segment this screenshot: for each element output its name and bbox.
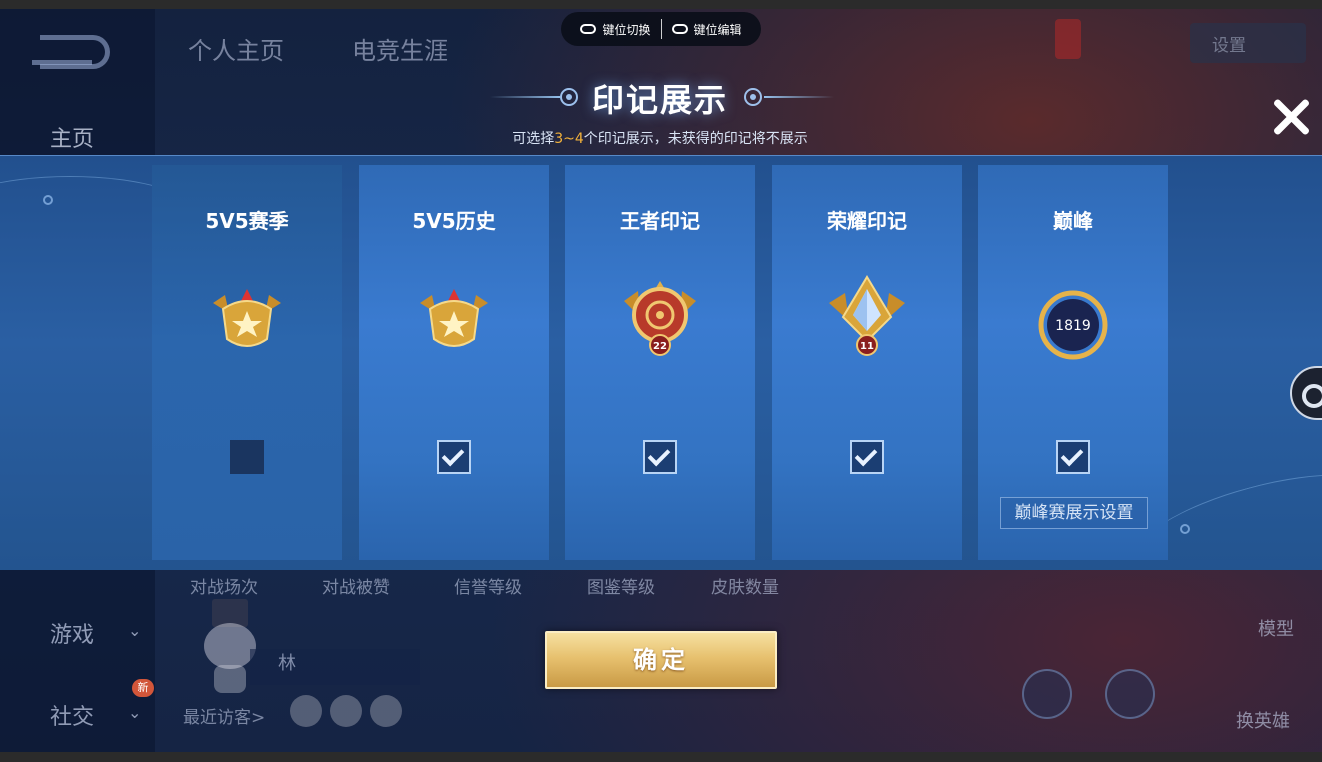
- stat-likes: 对战被赞: [322, 578, 390, 598]
- card-label: 5V5赛季: [205, 209, 289, 233]
- confirm-button[interactable]: 确定: [545, 631, 777, 689]
- king-emblem-icon: 22: [624, 281, 696, 356]
- gamepad-icon: [580, 24, 597, 34]
- nav-game[interactable]: 游戏: [50, 617, 94, 649]
- checkmark-icon: [854, 443, 878, 467]
- vip-area: [1055, 19, 1175, 65]
- modal-header: 印记展示: [460, 75, 860, 125]
- peak-score-emblem-icon: 1819: [1038, 290, 1108, 360]
- glory-level-badge: 11: [860, 341, 874, 352]
- card-label: 王者印记: [620, 209, 700, 233]
- modal-subtitle: 可选择3~4个印记展示，未获得的印记将不展示: [512, 131, 808, 147]
- modal-title: 印记展示: [591, 81, 728, 119]
- player-name-box: [250, 649, 420, 685]
- title-decoration: [764, 96, 834, 98]
- tab-personal-home[interactable]: 个人主页: [188, 31, 284, 66]
- stat-matches: 对战场次: [190, 578, 258, 598]
- emblem-checkbox[interactable]: [437, 440, 471, 474]
- title-ornament-icon: [744, 88, 762, 106]
- checkmark-icon: [1060, 443, 1084, 467]
- title-decoration: [490, 96, 560, 98]
- chevron-down-icon[interactable]: ⌄: [128, 703, 141, 722]
- checkmark-icon: [441, 443, 465, 467]
- tab-esports-career[interactable]: 电竞生涯: [352, 31, 448, 66]
- chevron-down-icon[interactable]: ⌄: [128, 621, 141, 640]
- stat-collection: 图鉴等级: [587, 578, 655, 598]
- new-badge: 新: [132, 679, 154, 697]
- player-name: 林: [278, 653, 296, 674]
- divider: [660, 19, 662, 39]
- emblem-checkbox[interactable]: [1056, 440, 1090, 474]
- vip-badge: [1055, 19, 1081, 59]
- close-icon[interactable]: [1270, 96, 1312, 138]
- emblem-card-peak[interactable]: 巅峰 1819 巅峰赛展示设置: [978, 165, 1168, 560]
- gamepad-icon: [671, 24, 688, 34]
- checkmark-icon: [647, 443, 671, 467]
- emblem-checkbox[interactable]: [230, 440, 264, 474]
- card-label: 巅峰: [1053, 209, 1093, 233]
- emblem-card-king[interactable]: 王者印记 22: [565, 165, 755, 560]
- visitor-avatar[interactable]: [330, 695, 362, 727]
- subtitle-range: 3~4: [554, 131, 584, 147]
- back-icon[interactable]: [32, 35, 110, 69]
- keymap-edit-label: 键位编辑: [693, 22, 742, 37]
- card-label: 荣耀印记: [827, 209, 907, 233]
- model-button[interactable]: 模型: [1258, 615, 1294, 641]
- visitor-avatar[interactable]: [290, 695, 322, 727]
- switch-hero-button[interactable]: 换英雄: [1236, 707, 1290, 733]
- play-icon[interactable]: [1105, 669, 1155, 719]
- keymap-edit-button[interactable]: 键位编辑: [662, 21, 752, 38]
- keymap-bar: 键位切换 键位编辑: [561, 12, 761, 46]
- gold-star-emblem-icon: [420, 289, 488, 347]
- nav-social[interactable]: 社交: [50, 699, 94, 731]
- emblem-checkbox[interactable]: [850, 440, 884, 474]
- stat-skins: 皮肤数量: [711, 578, 779, 598]
- keymap-switch-label: 键位切换: [602, 22, 651, 37]
- emblem-card-glory[interactable]: 荣耀印记 11: [772, 165, 962, 560]
- gold-star-emblem-icon: [213, 289, 281, 347]
- emblem-card-5v5-history[interactable]: 5V5历史: [359, 165, 549, 560]
- settings-button[interactable]: 设置: [1190, 23, 1306, 63]
- emote-icon[interactable]: [1022, 669, 1072, 719]
- peak-display-settings-button[interactable]: 巅峰赛展示设置: [1000, 497, 1148, 529]
- card-label: 5V5历史: [412, 209, 496, 233]
- window-bottom-strip: [0, 752, 1322, 762]
- keymap-switch-button[interactable]: 键位切换: [570, 21, 660, 38]
- visitor-avatar[interactable]: [370, 695, 402, 727]
- glory-emblem-icon: 11: [829, 275, 905, 356]
- recent-visitors-link[interactable]: 最近访客>: [183, 703, 265, 728]
- emblem-checkbox[interactable]: [643, 440, 677, 474]
- emblem-card-5v5-season[interactable]: 5V5赛季: [152, 165, 342, 560]
- title-ornament-icon: [560, 88, 578, 106]
- king-level-badge: 22: [653, 341, 667, 352]
- nav-home[interactable]: 主页: [50, 121, 94, 153]
- window-top-strip: [0, 0, 1322, 9]
- peak-score-value: 1819: [1055, 318, 1091, 334]
- stat-credit: 信誉等级: [454, 578, 522, 598]
